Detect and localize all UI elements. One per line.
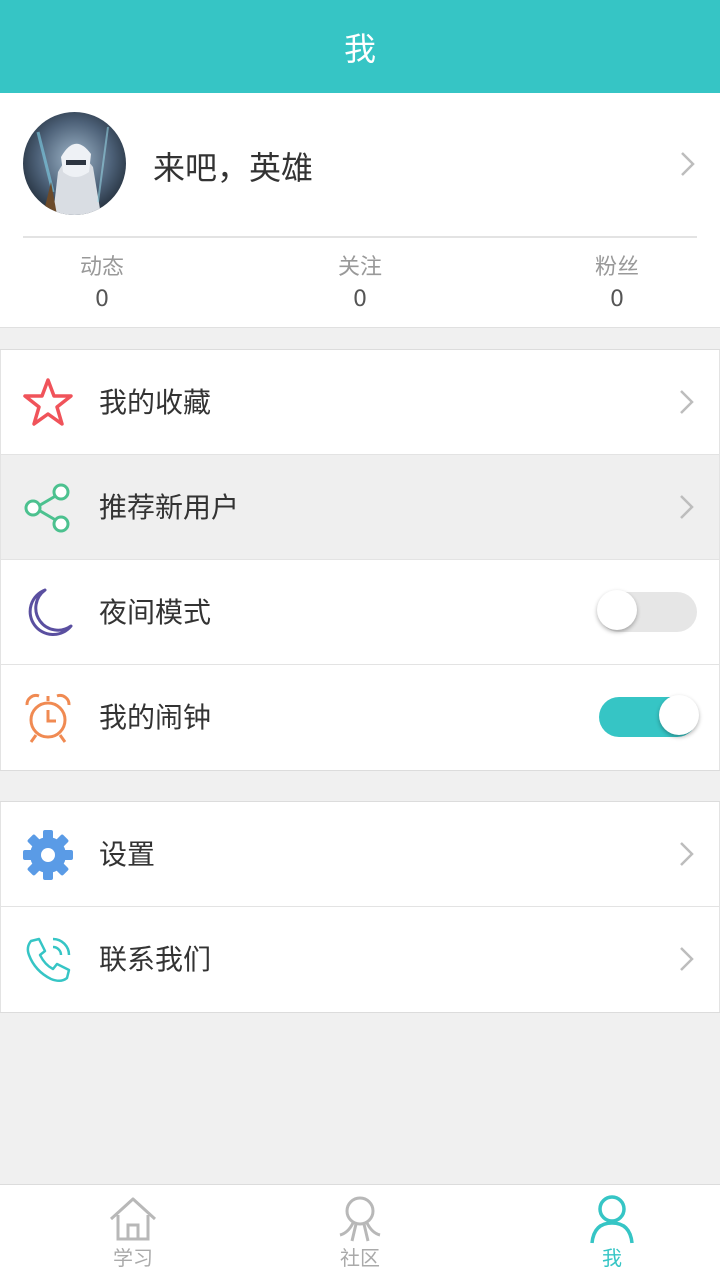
- nav-tab-community[interactable]: 社区: [290, 1193, 430, 1271]
- profile-card: 来吧，英雄 动态 0 关注 0 粉丝 0: [0, 93, 720, 328]
- alarm-clock-icon: [25, 694, 71, 743]
- menu-item-contact[interactable]: 联系我们: [0, 907, 720, 1012]
- alarm-toggle[interactable]: [599, 695, 699, 737]
- stat-label: 粉丝: [594, 255, 639, 280]
- stat-followers[interactable]: 粉丝 0: [547, 253, 687, 317]
- menu-item-recommend[interactable]: 推荐新用户: [0, 455, 720, 560]
- share-icon: [24, 483, 70, 533]
- chevron-right-icon: [680, 390, 694, 414]
- chevron-right-icon: [680, 947, 694, 971]
- menu-item-label: 我的闹钟: [99, 701, 212, 734]
- gear-icon: [23, 830, 73, 880]
- menu-item-label: 我的收藏: [99, 386, 212, 419]
- menu-item-alarm: 我的闹钟: [0, 665, 720, 770]
- menu-item-label: 夜间模式: [99, 596, 212, 629]
- profile-row[interactable]: 来吧，英雄: [0, 93, 720, 236]
- stat-following[interactable]: 关注 0: [290, 253, 430, 317]
- nav-label: 我: [602, 1246, 622, 1270]
- menu-item-settings[interactable]: 设置: [0, 802, 720, 907]
- star-icon: [23, 378, 73, 426]
- night-mode-toggle[interactable]: [597, 590, 697, 632]
- divider: [23, 236, 697, 238]
- toggle-knob: [597, 590, 637, 630]
- phone-icon: [26, 937, 71, 982]
- chevron-right-icon: [680, 495, 694, 519]
- menu-item-label: 联系我们: [99, 943, 212, 976]
- nav-tab-study[interactable]: 学习: [63, 1193, 203, 1271]
- home-icon: [109, 1197, 157, 1241]
- toggle-knob: [659, 695, 699, 735]
- bottom-nav: 学习 社区 我: [0, 1184, 720, 1280]
- stat-value: 0: [95, 287, 109, 312]
- community-icon: [339, 1196, 381, 1242]
- menu-item-favorites[interactable]: 我的收藏: [0, 350, 720, 455]
- stat-posts[interactable]: 动态 0: [32, 253, 172, 317]
- stat-value: 0: [610, 287, 624, 312]
- stat-label: 关注: [337, 255, 382, 280]
- menu-group-secondary: 设置 联系我们: [0, 801, 720, 1013]
- menu-group-main: 我的收藏 推荐新用户 夜间模式 我的闹钟: [0, 349, 720, 771]
- menu-item-label: 设置: [99, 838, 156, 871]
- top-bar: 我: [0, 0, 720, 93]
- nav-label: 学习: [113, 1246, 153, 1270]
- profile-name: 来吧，英雄: [153, 149, 314, 187]
- moon-icon: [28, 588, 73, 636]
- nav-tab-me[interactable]: 我: [542, 1193, 682, 1271]
- page-title: 我: [343, 29, 376, 68]
- menu-item-night-mode: 夜间模式: [0, 560, 720, 665]
- person-icon: [590, 1195, 634, 1244]
- nav-label: 社区: [340, 1246, 380, 1270]
- avatar[interactable]: [23, 112, 126, 215]
- menu-item-label: 推荐新用户: [99, 491, 240, 524]
- stat-value: 0: [353, 287, 367, 312]
- chevron-right-icon: [681, 152, 695, 176]
- chevron-right-icon: [680, 842, 694, 866]
- stat-label: 动态: [79, 255, 124, 280]
